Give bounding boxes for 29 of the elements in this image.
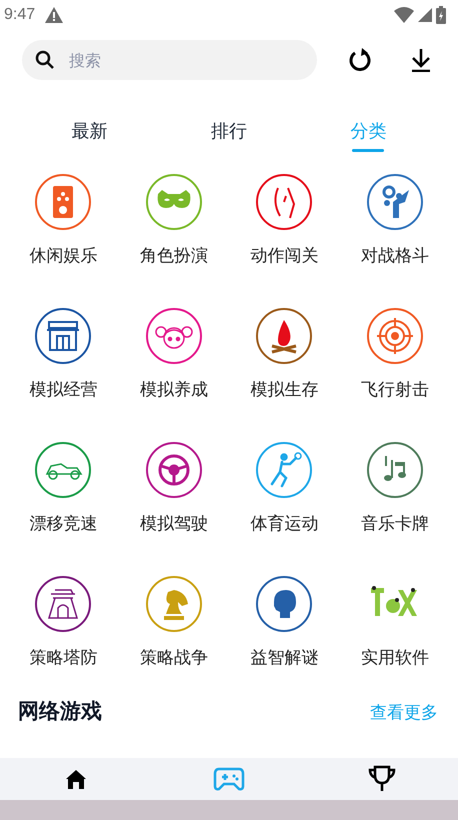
category-item[interactable]: 模拟养成 — [118, 308, 229, 418]
wifi-icon — [394, 7, 414, 23]
category-item[interactable]: 角色扮演 — [118, 174, 229, 284]
category-item[interactable]: 休闲娱乐 — [8, 174, 118, 284]
category-item[interactable]: 音乐卡牌 — [340, 442, 450, 552]
category-item[interactable]: 策略战争 — [118, 576, 229, 686]
search-field[interactable]: 搜索 — [22, 40, 318, 80]
category-item[interactable]: 飞行射击 — [340, 308, 450, 418]
search-icon — [35, 50, 55, 70]
category-item[interactable]: 策略塔防 — [8, 576, 118, 686]
category-item[interactable]: 体育运动 — [229, 442, 340, 552]
gamepad-icon — [213, 766, 245, 792]
category-item[interactable]: 对战格斗 — [340, 174, 450, 284]
trophy-icon — [366, 765, 397, 793]
battery-icon — [436, 6, 446, 24]
category-item[interactable]: 漂移竞速 — [8, 442, 118, 552]
home-icon — [64, 767, 88, 791]
category-item[interactable]: 模拟生存 — [229, 308, 340, 418]
category-tab[interactable]: 最新 — [20, 110, 160, 158]
category-item[interactable]: 实用软件 — [340, 576, 450, 686]
signal-icon — [418, 8, 432, 22]
warning-icon — [45, 7, 64, 23]
category-item[interactable]: 模拟驾驶 — [118, 442, 229, 552]
clock-text: 9:47 — [4, 5, 36, 25]
category-item[interactable]: 益智解谜 — [229, 576, 340, 686]
category-item[interactable]: 动作闯关 — [229, 174, 340, 284]
category-tab[interactable]: 排行 — [159, 110, 299, 158]
category-item[interactable]: 模拟经营 — [8, 308, 118, 418]
section-title: 网络游戏 — [18, 701, 102, 722]
